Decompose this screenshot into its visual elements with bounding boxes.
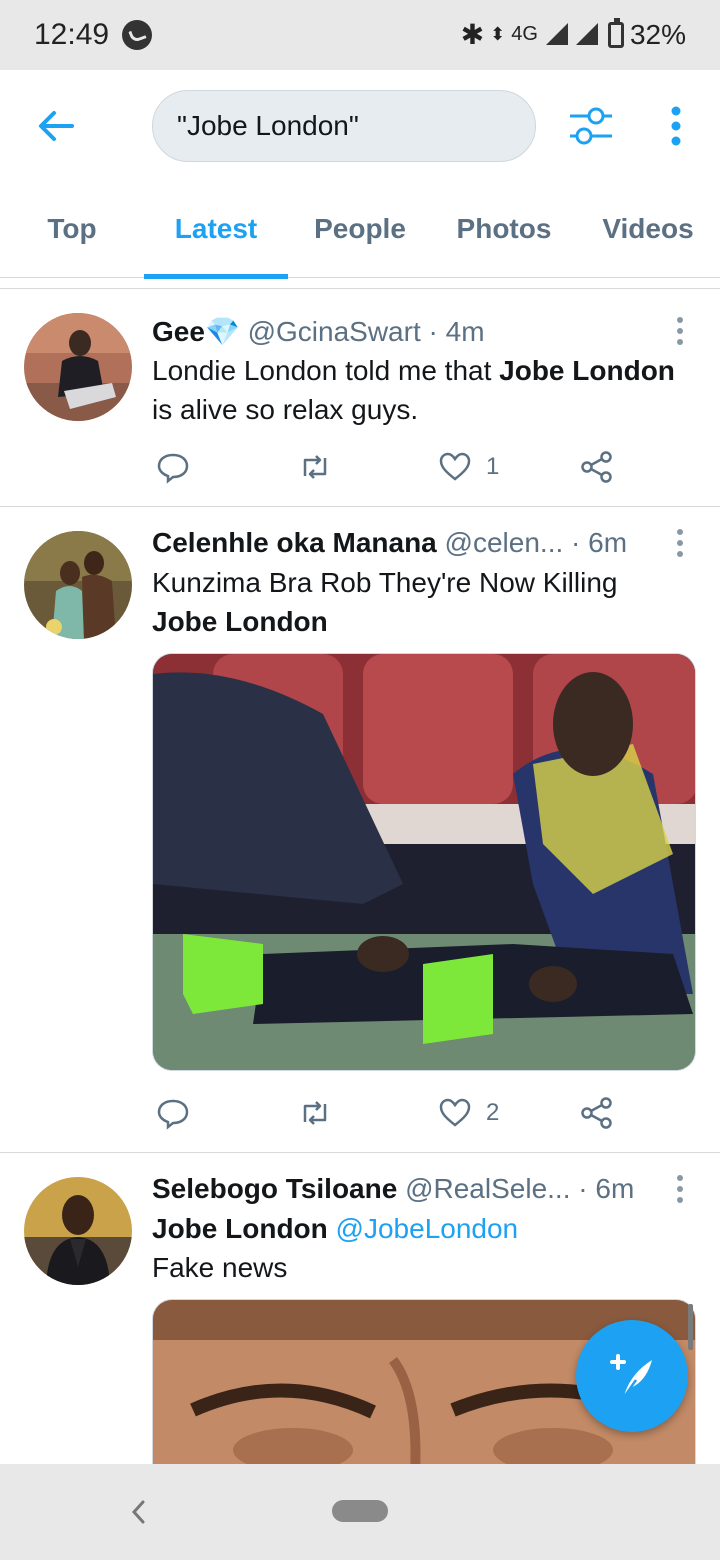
more-vertical-icon	[671, 106, 681, 146]
tweet-text-part: Fake news	[152, 1252, 288, 1283]
tweet-menu-button[interactable]	[674, 317, 686, 347]
tweet-media-image[interactable]	[152, 653, 696, 1071]
avatar[interactable]	[24, 313, 132, 421]
status-icons: ✱ ⬍ 4G 32%	[460, 17, 686, 51]
reply-button[interactable]	[156, 447, 190, 487]
author-name[interactable]: Selebogo Tsiloane	[152, 1173, 397, 1204]
filter-sliders-icon	[570, 107, 612, 145]
tweet-header: Gee💎 @GcinaSwart · 4m	[152, 315, 660, 348]
avatar[interactable]	[24, 531, 132, 639]
tab-people[interactable]: People	[288, 180, 432, 278]
back-button[interactable]	[34, 104, 78, 148]
tweet-time: · 4m	[428, 316, 485, 347]
retweet-icon	[303, 455, 327, 479]
reply-button[interactable]	[156, 1093, 190, 1133]
tweet-text-bold: Jobe London	[152, 606, 328, 637]
like-count: 1	[486, 453, 500, 480]
data-arrows-icon: ⬍	[490, 24, 506, 44]
search-tabs: Top Latest People Photos Videos	[0, 180, 720, 279]
compose-feather-icon	[610, 1354, 652, 1401]
author-handle[interactable]: @GcinaSwart	[248, 316, 421, 347]
tab-latest[interactable]: Latest	[144, 180, 288, 279]
diamond-badge-icon: 💎	[204, 316, 240, 347]
share-icon	[581, 451, 612, 483]
back-arrow-icon	[39, 111, 74, 141]
more-options-button[interactable]	[664, 106, 688, 150]
tweet-text-part: Londie London told me that	[152, 355, 500, 386]
tweet-time: · 6m	[571, 527, 628, 558]
retweet-button[interactable]	[298, 1093, 332, 1133]
tweet-text-part: Kunzima Bra Rob They're Now Killing	[152, 567, 618, 598]
signal-icon	[544, 22, 568, 47]
avatar[interactable]	[24, 1177, 132, 1285]
compose-tweet-button[interactable]	[576, 1320, 688, 1432]
system-nav-bar	[0, 1464, 720, 1560]
tweet-text: Londie London told me that Jobe London i…	[152, 351, 690, 429]
tweet-text: Jobe London @JobeLondon Fake news	[152, 1209, 690, 1287]
search-header: "Jobe London"	[0, 70, 720, 180]
reply-icon	[157, 1099, 189, 1130]
tweet-actions: 1	[152, 447, 632, 487]
tweet-header: Selebogo Tsiloane @RealSele... · 6m	[152, 1173, 660, 1205]
search-query: "Jobe London"	[177, 110, 359, 141]
network-type: 4G	[511, 23, 538, 45]
tweet-item[interactable]: Gee💎 @GcinaSwart · 4m Londie London told…	[0, 289, 720, 507]
like-button[interactable]: 2	[438, 1093, 499, 1133]
tab-videos[interactable]: Videos	[576, 180, 720, 278]
tweet-text-bold: Jobe London	[152, 1213, 328, 1244]
tweet-text: Kunzima Bra Rob They're Now Killing Jobe…	[152, 563, 690, 641]
retweet-icon	[303, 1101, 327, 1125]
battery-icon	[607, 17, 624, 48]
share-button[interactable]	[580, 447, 614, 487]
mention-link[interactable]: @JobeLondon	[336, 1213, 519, 1244]
share-icon	[581, 1097, 612, 1129]
tweet-time: · 6m	[578, 1173, 635, 1204]
reply-icon	[157, 453, 189, 484]
heart-icon	[439, 1098, 471, 1127]
heart-icon	[439, 452, 471, 481]
tweet-menu-button[interactable]	[674, 529, 686, 559]
share-button[interactable]	[580, 1093, 614, 1133]
status-bar: 12:49 ✱ ⬍ 4G 32%	[0, 0, 720, 70]
tweet-menu-button[interactable]	[674, 1175, 686, 1205]
author-name[interactable]: Gee	[152, 316, 205, 347]
tweet-item[interactable]: Celenhle oka Manana @celen... · 6m Kunzi…	[0, 507, 720, 1153]
battery-percent: 32%	[629, 18, 686, 50]
author-handle[interactable]: @RealSele...	[405, 1173, 570, 1204]
status-time: 12:49	[34, 18, 110, 51]
tweet-text-bold: Jobe London	[499, 355, 675, 386]
author-handle[interactable]: @celen...	[445, 527, 564, 558]
whatsapp-icon	[122, 20, 152, 50]
tab-top[interactable]: Top	[0, 180, 144, 278]
tweet-actions: 2	[152, 1093, 632, 1133]
tweet-text-part: is alive so relax guys.	[152, 394, 419, 425]
scroll-indicator[interactable]	[688, 1304, 693, 1350]
search-filter-button[interactable]	[566, 104, 616, 148]
nav-back-button[interactable]	[128, 1494, 148, 1530]
like-count: 2	[486, 1099, 500, 1126]
search-input[interactable]: "Jobe London"	[152, 90, 536, 162]
retweet-button[interactable]	[298, 447, 332, 487]
chevron-left-icon	[131, 1500, 145, 1524]
author-name[interactable]: Celenhle oka Manana	[152, 527, 437, 558]
tweet-header: Celenhle oka Manana @celen... · 6m	[152, 527, 660, 559]
nav-home-pill[interactable]	[332, 1500, 388, 1522]
signal-icon	[574, 22, 598, 47]
tab-photos[interactable]: Photos	[432, 180, 576, 278]
bluetooth-icon: ✱	[460, 19, 485, 50]
like-button[interactable]: 1	[438, 447, 499, 487]
